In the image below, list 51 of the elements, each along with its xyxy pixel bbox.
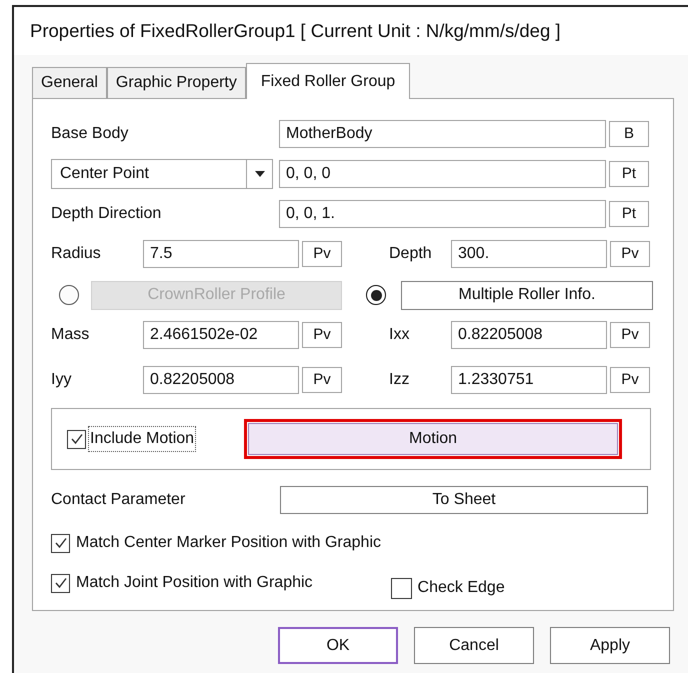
field-label: Depth Direction xyxy=(51,204,162,224)
motion-button[interactable]: Motion xyxy=(248,423,618,455)
caret-icon xyxy=(254,171,264,177)
pick-button[interactable]: Pv xyxy=(610,322,650,348)
dialog-button[interactable]: OK xyxy=(278,627,398,664)
field-label: Radius xyxy=(51,244,102,264)
pick-button[interactable]: Pv xyxy=(302,367,342,393)
field-label: Ixx xyxy=(389,325,410,345)
checkbox-label[interactable]: Match Joint Position with Graphic xyxy=(76,571,313,595)
checkbox[interactable] xyxy=(51,534,70,552)
check-icon xyxy=(54,536,68,550)
pick-button[interactable]: B xyxy=(609,121,649,147)
checkbox[interactable] xyxy=(51,574,70,592)
tab[interactable]: Fixed Roller Group xyxy=(246,63,410,99)
text-field[interactable]: 7.5 xyxy=(143,240,299,268)
checkbox[interactable] xyxy=(390,578,412,598)
window-title: Properties of FixedRollerGroup1 [ Current Unit : N/kg/mm/s/deg ] xyxy=(30,19,561,44)
checkbox-label[interactable]: Include Motion xyxy=(88,426,196,452)
text-field[interactable]: 300. xyxy=(451,240,607,268)
text-field[interactable]: 0.82205008 xyxy=(451,321,607,349)
pick-button[interactable]: Pv xyxy=(610,241,650,267)
field-label: Depth xyxy=(389,244,433,264)
checkbox-label[interactable]: Match Center Marker Position with Graphic xyxy=(76,531,381,555)
check-icon xyxy=(54,576,68,590)
field-label: Iyy xyxy=(51,370,72,390)
checkbox-label[interactable]: Check Edge xyxy=(418,576,505,600)
text-field[interactable]: 1.2330751 xyxy=(451,366,607,394)
radio-button[interactable] xyxy=(366,285,386,305)
pick-button[interactable]: Pv xyxy=(302,241,342,267)
dropdown[interactable]: Center Point xyxy=(51,159,273,189)
text-field[interactable]: 0.82205008 xyxy=(143,366,299,394)
tab[interactable]: General xyxy=(32,67,107,98)
checkbox[interactable] xyxy=(67,430,86,448)
text-field[interactable]: 2.4661502e-02 xyxy=(143,321,299,349)
check-icon xyxy=(70,432,84,446)
text-field[interactable]: MotherBody xyxy=(279,120,606,148)
text-field[interactable]: 0, 0, 1. xyxy=(279,200,606,228)
pick-button[interactable]: Pt xyxy=(609,201,649,227)
field-label: Base Body xyxy=(51,124,130,144)
dialog-button[interactable]: Apply xyxy=(550,627,670,664)
text-field[interactable]: 0, 0, 0 xyxy=(279,160,606,188)
pick-button[interactable]: Pt xyxy=(609,161,649,187)
field-label: Contact Parameter xyxy=(51,490,186,510)
pick-button[interactable]: Pv xyxy=(302,322,342,348)
dialog-button[interactable]: Cancel xyxy=(414,627,534,664)
sheet-button[interactable]: To Sheet xyxy=(280,486,648,514)
field-label: Izz xyxy=(389,370,410,390)
field-label: Mass xyxy=(51,325,90,345)
profile-button[interactable]: Multiple Roller Info. xyxy=(401,280,653,310)
tab[interactable]: Graphic Property xyxy=(106,67,246,98)
pick-button[interactable]: Pv xyxy=(610,367,650,393)
